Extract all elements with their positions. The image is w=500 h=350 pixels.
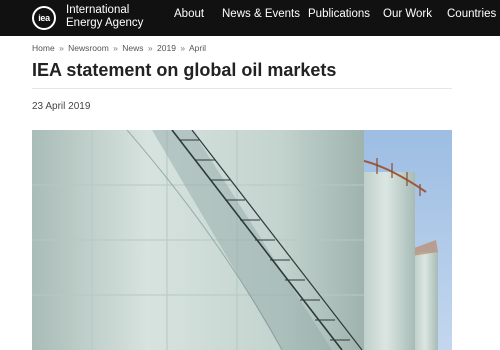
- iea-logo-icon: iea: [32, 6, 56, 30]
- breadcrumb-home[interactable]: Home: [32, 43, 55, 53]
- breadcrumb: Home » Newsroom » News » 2019 » April: [32, 43, 206, 53]
- brand-line-1: International: [66, 4, 130, 16]
- iea-logo[interactable]: iea: [32, 3, 62, 33]
- breadcrumb-separator: »: [59, 43, 64, 53]
- breadcrumb-news[interactable]: News: [122, 43, 143, 53]
- top-navigation-bar: iea International Energy Agency About Ne…: [0, 0, 500, 36]
- nav-about[interactable]: About: [174, 8, 204, 20]
- breadcrumb-separator: »: [180, 43, 186, 53]
- breadcrumb-2019[interactable]: 2019: [157, 43, 176, 53]
- nav-news-events[interactable]: News & Events: [222, 8, 300, 20]
- breadcrumb-separator: »: [113, 43, 118, 53]
- nav-publications[interactable]: Publications: [308, 8, 370, 20]
- brand-line-2: Energy Agency: [66, 17, 144, 29]
- nav-countries[interactable]: Countries: [447, 8, 496, 20]
- title-divider: [32, 88, 452, 89]
- breadcrumb-separator: »: [147, 43, 153, 53]
- hero-image: [32, 130, 452, 350]
- brand-name[interactable]: International Energy Agency: [66, 4, 143, 30]
- breadcrumb-newsroom[interactable]: Newsroom: [68, 43, 109, 53]
- page-title: IEA statement on global oil markets: [32, 60, 337, 80]
- breadcrumb-april[interactable]: April: [189, 43, 206, 53]
- oil-storage-tanks-photo: [32, 130, 452, 350]
- nav-our-work[interactable]: Our Work: [383, 8, 432, 20]
- publish-date: 23 April 2019: [32, 101, 91, 112]
